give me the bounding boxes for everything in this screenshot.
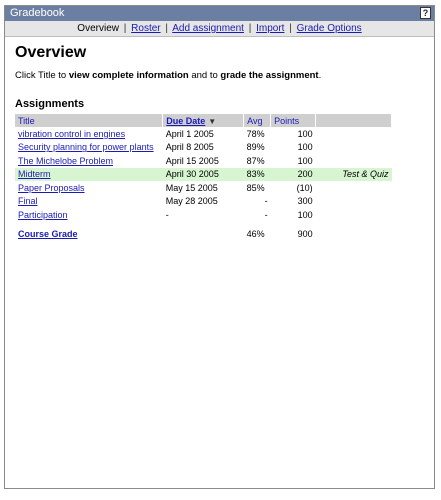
table-row-highlighted: Midterm April 30 2005 83% 200 Test & Qui… [15, 167, 392, 181]
nav-link-add-assignment[interactable]: Add assignment [172, 23, 244, 34]
column-header-due-label: Due Date [166, 115, 206, 126]
assignment-title-link[interactable]: Final [18, 196, 38, 206]
points-cell: 100 [297, 128, 313, 139]
category-cell: Test & Quiz [315, 167, 392, 181]
nav-separator: | [165, 23, 168, 34]
due-date-cell: April 30 2005 [162, 167, 244, 181]
nav-current-overview: Overview [77, 23, 119, 34]
nav-separator: | [248, 23, 252, 34]
intro-text-1: Click Title to [15, 70, 69, 81]
column-header-points-label: Points [274, 115, 300, 126]
category-cell [316, 141, 392, 155]
due-date-cell: April 1 2005 [165, 128, 214, 139]
table-row: Paper Proposals May 15 2005 85% (10) [15, 181, 392, 195]
tool-nav: Overview | Roster | Add assignment | Imp… [5, 21, 434, 37]
page-title: Overview [15, 44, 87, 61]
instructions: Click Title to view complete information… [15, 70, 434, 81]
nav-separator: | [289, 23, 292, 34]
points-cell: 100 [297, 209, 313, 220]
due-date-cell: - [165, 209, 169, 220]
column-header-title[interactable]: Title [15, 114, 164, 127]
table-row: Security planning for power plants April… [15, 141, 392, 155]
column-header-title-label: Title [18, 115, 35, 126]
table-row: Participation - - 100 [15, 208, 392, 222]
course-grade-row: Course Grade 46% 900 [15, 228, 392, 242]
intro-bold-2: grade the assignment [220, 70, 319, 81]
due-date-cell: May 28 2005 [165, 196, 218, 207]
avg-cell: 78% [246, 128, 265, 139]
avg-cell: - [264, 209, 268, 220]
sort-descending-icon: ▼ [208, 116, 217, 126]
avg-cell: 89% [246, 142, 265, 153]
assignment-title-link[interactable]: The Michelobe Problem [18, 156, 113, 166]
gradebook-window: Gradebook ? Overview | Roster | Add assi… [4, 5, 435, 489]
table-row: The Michelobe Problem April 15 2005 87% … [15, 154, 392, 168]
assignments-heading: Assignments [15, 98, 85, 110]
points-cell: 200 [270, 167, 316, 181]
nav-link-roster[interactable]: Roster [131, 23, 160, 34]
points-cell: 100 [297, 155, 313, 166]
column-header-avg[interactable]: Avg [243, 114, 272, 127]
course-points-cell: 900 [297, 229, 313, 240]
category-cell [316, 127, 392, 141]
points-cell: 300 [297, 196, 313, 207]
assignment-title-link[interactable]: Paper Proposals [18, 183, 85, 193]
due-date-cell: April 8 2005 [165, 142, 214, 153]
course-extra-cell [316, 228, 392, 242]
category-cell [316, 181, 392, 195]
intro-text-3: . [318, 70, 322, 81]
course-grade-link[interactable]: Course Grade [18, 229, 78, 239]
nav-separator: | [123, 23, 127, 34]
points-cell: (10) [296, 182, 313, 193]
assignment-title-link[interactable]: Midterm [18, 169, 51, 179]
category-cell [316, 208, 392, 222]
avg-cell: 85% [246, 182, 265, 193]
points-cell: 100 [297, 142, 313, 153]
column-header-points[interactable]: Points [270, 114, 317, 127]
nav-link-import[interactable]: Import [256, 23, 284, 34]
assignment-title-link[interactable]: Participation [18, 210, 68, 220]
nav-link-grade-options[interactable]: Grade Options [297, 23, 362, 34]
column-header-avg-label: Avg [247, 115, 263, 126]
table-row: vibration control in engines April 1 200… [15, 127, 392, 141]
column-header-due-date[interactable]: Due Date ▼ [162, 114, 245, 127]
title-bar: Gradebook ? [5, 6, 434, 21]
due-date-cell: April 15 2005 [165, 155, 219, 166]
avg-cell: 87% [246, 155, 265, 166]
column-header-extra [315, 114, 392, 127]
due-date-cell: May 15 2005 [165, 182, 218, 193]
app-title: Gradebook [10, 7, 65, 19]
category-cell [316, 154, 392, 168]
assignments-table: Title Due Date ▼ Avg Points vibration con… [15, 114, 392, 241]
assignment-title-link[interactable]: Security planning for power plants [18, 142, 154, 152]
assignment-title-link[interactable]: vibration control in engines [18, 129, 125, 139]
course-due-cell [163, 228, 244, 242]
course-avg-cell: 46% [246, 229, 265, 240]
avg-cell: 83% [243, 167, 271, 181]
intro-bold-1: view complete information [68, 70, 189, 81]
table-row: Final May 28 2005 - 300 [15, 195, 392, 209]
table-header-row: Title Due Date ▼ Avg Points [15, 114, 392, 127]
category-cell [316, 195, 392, 209]
avg-cell: - [264, 196, 268, 207]
help-icon[interactable]: ? [420, 7, 431, 19]
intro-text-2: and to [188, 70, 221, 81]
